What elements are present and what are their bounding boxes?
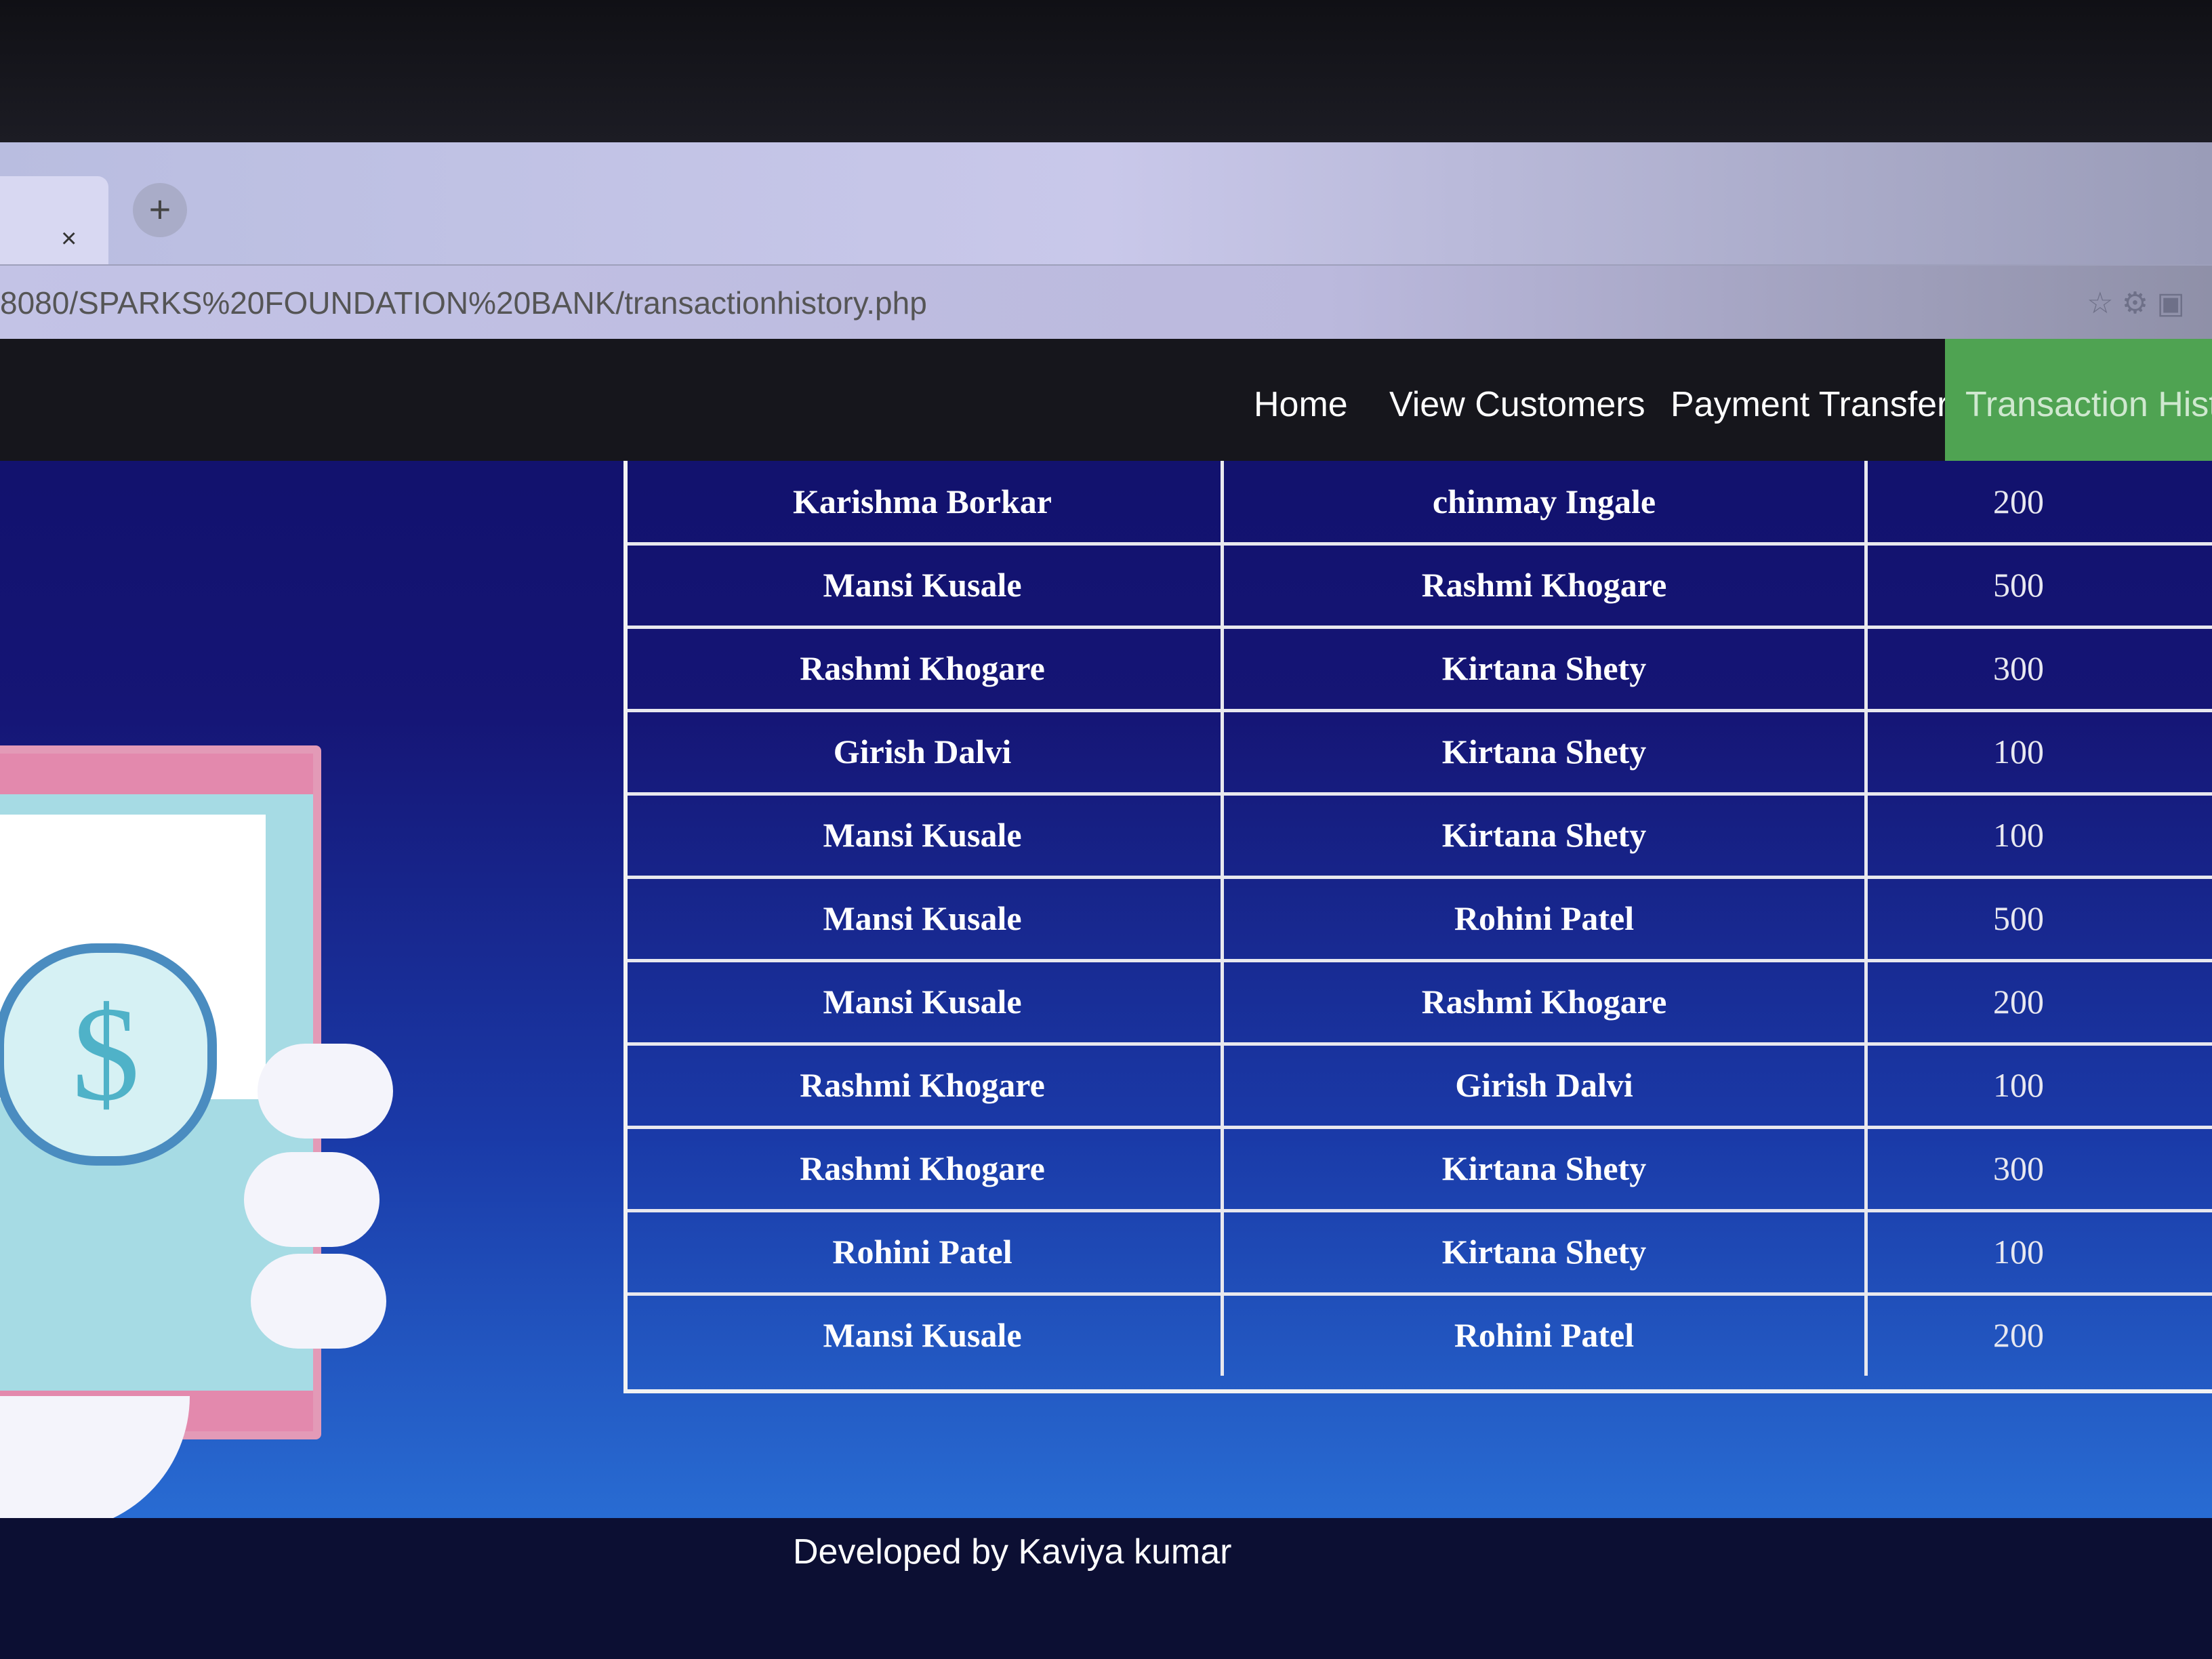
- phone-top-band: [0, 754, 313, 794]
- dollar-coin-icon: $: [0, 943, 217, 1166]
- tab-strip: × +: [0, 142, 2212, 264]
- sender-cell: Rashmi Khogare: [800, 649, 1045, 687]
- amount-cell: 100: [1864, 1044, 2169, 1126]
- table-row: Mansi Kusale Rohini Patel 500: [628, 878, 2212, 962]
- table-row: Girish Dalvi Kirtana Shety 100: [628, 711, 2212, 796]
- navbar: Home View Customers Payment Transfer Tra…: [0, 339, 2212, 461]
- finger-1: [258, 1044, 393, 1139]
- sender-cell: Mansi Kusale: [823, 899, 1022, 937]
- receiver-cell: Rohini Patel: [1221, 878, 1864, 959]
- transaction-table: Karishma Borkar chinmay Ingale 200 Mansi…: [623, 461, 2212, 1393]
- star-icon[interactable]: ☆ ⚙ ▣: [2087, 286, 2185, 321]
- receiver-cell: Kirtana Shety: [1221, 711, 1864, 792]
- amount-cell: 100: [1864, 711, 2169, 792]
- nav-payment-transfer[interactable]: Payment Transfer: [1671, 339, 1948, 461]
- browser-tab[interactable]: ×: [0, 176, 108, 264]
- receiver-cell: Rohini Patel: [1221, 1294, 1864, 1376]
- receiver-cell: Rashmi Khogare: [1221, 961, 1864, 1042]
- sender-cell: Mansi Kusale: [823, 1316, 1022, 1354]
- new-tab-button[interactable]: +: [133, 183, 187, 237]
- table-row: Rashmi Khogare Kirtana Shety 300: [628, 1128, 2212, 1212]
- amount-cell: 100: [1864, 794, 2169, 876]
- amount-cell: 100: [1864, 1211, 2169, 1292]
- close-tab-icon[interactable]: ×: [61, 224, 77, 254]
- table-row: Mansi Kusale Rohini Patel 200: [628, 1294, 2212, 1376]
- address-bar[interactable]: 8080/SPARKS%20FOUNDATION%20BANK/transact…: [0, 264, 2212, 340]
- nav-transaction-history[interactable]: Transaction Histor: [1945, 339, 2212, 461]
- amount-cell: 300: [1864, 1128, 2169, 1209]
- finger-3: [251, 1254, 386, 1349]
- table-row: Rashmi Khogare Kirtana Shety 300: [628, 628, 2212, 712]
- amount-cell: 200: [1864, 1294, 2169, 1376]
- table-row: Mansi Kusale Kirtana Shety 100: [628, 794, 2212, 879]
- amount-cell: 500: [1864, 878, 2169, 959]
- sender-cell: Girish Dalvi: [833, 733, 1012, 771]
- amount-cell: 300: [1864, 628, 2169, 709]
- nav-home[interactable]: Home: [1254, 339, 1348, 461]
- url-text[interactable]: 8080/SPARKS%20FOUNDATION%20BANK/transact…: [0, 266, 927, 340]
- finger-2: [244, 1152, 380, 1247]
- bezel: [0, 0, 2212, 142]
- sender-cell: Rohini Patel: [832, 1233, 1012, 1271]
- table-row: Mansi Kusale Rashmi Khogare 200: [628, 961, 2212, 1046]
- receiver-cell: Kirtana Shety: [1221, 1128, 1864, 1209]
- amount-cell: 500: [1864, 544, 2169, 626]
- sender-cell: Rashmi Khogare: [800, 1149, 1045, 1187]
- footer-credit: Developed by Kaviya kumar: [793, 1532, 1232, 1572]
- table-row: Rohini Patel Kirtana Shety 100: [628, 1211, 2212, 1296]
- receiver-cell: chinmay Ingale: [1221, 461, 1864, 542]
- table-row: Karishma Borkar chinmay Ingale 200: [628, 461, 2212, 546]
- nav-view-customers[interactable]: View Customers: [1389, 339, 1645, 461]
- sender-cell: Mansi Kusale: [823, 566, 1022, 604]
- table-row: Rashmi Khogare Girish Dalvi 100: [628, 1044, 2212, 1129]
- sender-cell: Karishma Borkar: [793, 483, 1052, 520]
- receiver-cell: Girish Dalvi: [1221, 1044, 1864, 1126]
- receiver-cell: Kirtana Shety: [1221, 794, 1864, 876]
- sender-cell: Mansi Kusale: [823, 983, 1022, 1021]
- sender-cell: Mansi Kusale: [823, 816, 1022, 854]
- table-row: Mansi Kusale Rashmi Khogare 500: [628, 544, 2212, 629]
- receiver-cell: Kirtana Shety: [1221, 1211, 1864, 1292]
- footer: Developed by Kaviya kumar: [0, 1518, 2212, 1659]
- receiver-cell: Kirtana Shety: [1221, 628, 1864, 709]
- receiver-cell: Rashmi Khogare: [1221, 544, 1864, 626]
- amount-cell: 200: [1864, 961, 2169, 1042]
- amount-cell: 200: [1864, 461, 2169, 542]
- sender-cell: Rashmi Khogare: [800, 1066, 1045, 1104]
